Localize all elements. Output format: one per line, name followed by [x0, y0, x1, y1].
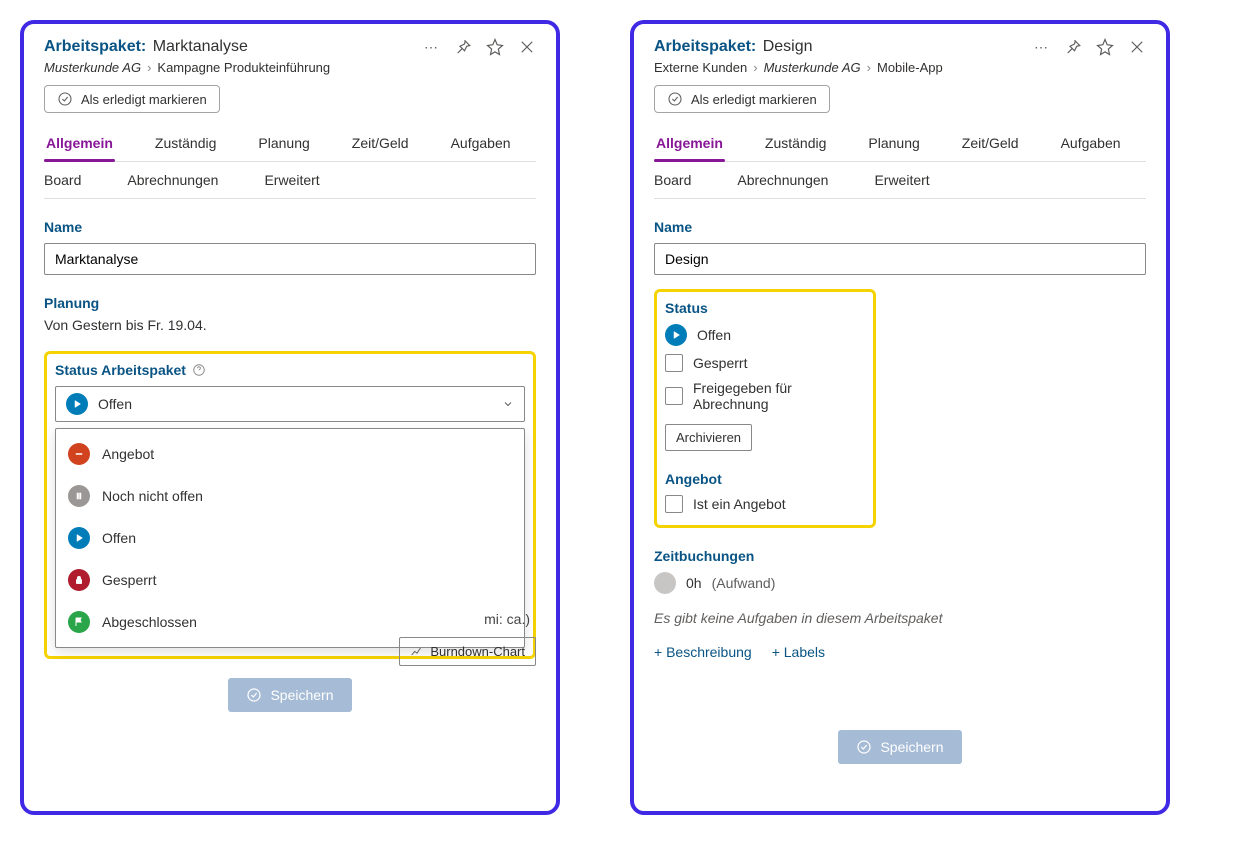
title-label: Arbeitspaket:: [654, 38, 756, 55]
subtab-abrechnungen[interactable]: Abrechnungen: [127, 172, 218, 188]
status-offen-icon: [665, 324, 687, 346]
name-input[interactable]: [654, 243, 1146, 275]
planung-label: Planung: [44, 295, 536, 311]
tab-aufgaben[interactable]: Aufgaben: [1059, 127, 1123, 161]
status-selected-label: Offen: [98, 396, 132, 412]
breadcrumb-item[interactable]: Musterkunde AG: [764, 60, 861, 75]
subtab-erweitert[interactable]: Erweitert: [874, 172, 929, 188]
time-note: (Aufwand): [712, 575, 776, 591]
status-option-angebot[interactable]: Angebot: [56, 433, 524, 475]
save-button[interactable]: Speichern: [228, 678, 351, 712]
breadcrumb-item[interactable]: Musterkunde AG: [44, 60, 141, 75]
status-option-gesperrt[interactable]: Gesperrt: [56, 559, 524, 601]
save-label: Speichern: [270, 687, 333, 703]
tab-aufgaben[interactable]: Aufgaben: [449, 127, 513, 161]
title-label: Arbeitspaket:: [44, 38, 146, 55]
chevron-down-icon: [502, 398, 514, 410]
tab-allgemein[interactable]: Allgemein: [654, 127, 725, 161]
status-angebot-icon: [68, 443, 90, 465]
name-label: Name: [654, 219, 1146, 235]
tab-allgemein[interactable]: Allgemein: [44, 127, 115, 161]
tab-planung[interactable]: Planung: [866, 127, 921, 161]
breadcrumb-separator-icon: ›: [753, 60, 757, 75]
status-current-label: Offen: [697, 327, 731, 343]
status-highlight-box: Status Offen Gesperrt Freigegeben für Ab…: [654, 289, 876, 528]
status-label: Status Arbeitspaket: [55, 362, 186, 378]
star-icon[interactable]: [486, 38, 504, 56]
checkbox-freigegeben-label: Freigegeben für Abrechnung: [693, 380, 861, 412]
add-labels-link[interactable]: + Labels: [772, 644, 825, 660]
mark-done-label: Als erledigt markieren: [81, 92, 207, 107]
close-icon[interactable]: [518, 38, 536, 56]
status-option-label: Noch nicht offen: [102, 488, 203, 504]
name-input[interactable]: [44, 243, 536, 275]
archive-button[interactable]: Archivieren: [665, 424, 752, 451]
breadcrumb-item[interactable]: Kampagne Produkteinführung: [157, 60, 330, 75]
checkbox-freigegeben[interactable]: [665, 387, 683, 405]
status-offen-icon: [66, 393, 88, 415]
close-icon[interactable]: [1128, 38, 1146, 56]
panel-title: Arbeitspaket: Marktanalyse: [44, 38, 248, 56]
tab-zeit/geld[interactable]: Zeit/Geld: [960, 127, 1021, 161]
title-value: Design: [763, 38, 813, 55]
help-icon[interactable]: [192, 363, 206, 377]
status-option-offen[interactable]: Offen: [56, 517, 524, 559]
checkbox-ist-angebot-label: Ist ein Angebot: [693, 496, 786, 512]
pin-icon[interactable]: [1064, 38, 1082, 56]
status-option-label: Abgeschlossen: [102, 614, 197, 630]
time-hours: 0h: [686, 575, 702, 591]
checkbox-gesperrt[interactable]: [665, 354, 683, 372]
zeitbuchungen-label: Zeitbuchungen: [654, 548, 1146, 564]
tab-planung[interactable]: Planung: [256, 127, 311, 161]
burndown-chart-button[interactable]: Burndown-Chart: [399, 637, 536, 666]
mark-done-label: Als erledigt markieren: [691, 92, 817, 107]
title-value: Marktanalyse: [153, 38, 248, 55]
occluded-text: mi: ca.): [484, 611, 534, 627]
planung-value: Von Gestern bis Fr. 19.04.: [44, 317, 536, 333]
more-icon[interactable]: ⋯: [422, 38, 440, 56]
breadcrumb-item[interactable]: Externe Kunden: [654, 60, 747, 75]
breadcrumb: Musterkunde AG › Kampagne Produkteinführun…: [44, 60, 536, 75]
subtab-board[interactable]: Board: [654, 172, 691, 188]
tab-zuständig[interactable]: Zuständig: [763, 127, 828, 161]
tab-zuständig[interactable]: Zuständig: [153, 127, 218, 161]
status-option-label: Gesperrt: [102, 572, 156, 588]
status-noch-icon: [68, 485, 90, 507]
subtab-erweitert[interactable]: Erweitert: [264, 172, 319, 188]
add-description-link[interactable]: + Beschreibung: [654, 644, 752, 660]
star-icon[interactable]: [1096, 38, 1114, 56]
name-label: Name: [44, 219, 536, 235]
status-abg-icon: [68, 611, 90, 633]
breadcrumb-item[interactable]: Mobile-App: [877, 60, 943, 75]
checkbox-ist-angebot[interactable]: [665, 495, 683, 513]
status-option-noch[interactable]: Noch nicht offen: [56, 475, 524, 517]
status-dropdown[interactable]: Offen: [55, 386, 525, 422]
status-option-label: Offen: [102, 530, 136, 546]
status-option-label: Angebot: [102, 446, 154, 462]
status-gesperrt-icon: [68, 569, 90, 591]
status-label: Status: [665, 300, 861, 316]
more-icon[interactable]: ⋯: [1032, 38, 1050, 56]
breadcrumb-separator-icon: ›: [147, 60, 151, 75]
mark-done-button[interactable]: Als erledigt markieren: [654, 85, 830, 113]
tab-zeit/geld[interactable]: Zeit/Geld: [350, 127, 411, 161]
save-button[interactable]: Speichern: [838, 730, 961, 764]
checkbox-gesperrt-label: Gesperrt: [693, 355, 747, 371]
save-label: Speichern: [880, 739, 943, 755]
time-dot-icon: [654, 572, 676, 594]
breadcrumb-separator-icon: ›: [867, 60, 871, 75]
breadcrumb: Externe Kunden › Musterkunde AG › Mobile-App: [654, 60, 1146, 75]
status-offen-icon: [68, 527, 90, 549]
angebot-label: Angebot: [665, 471, 861, 487]
burndown-label: Burndown-Chart: [430, 644, 525, 659]
mark-done-button[interactable]: Als erledigt markieren: [44, 85, 220, 113]
panel-design: Arbeitspaket: Design ⋯ Externe Kunden › Mu…: [630, 20, 1170, 815]
subtab-abrechnungen[interactable]: Abrechnungen: [737, 172, 828, 188]
pin-icon[interactable]: [454, 38, 472, 56]
subtab-board[interactable]: Board: [44, 172, 81, 188]
empty-tasks-note: Es gibt keine Aufgaben in diesem Arbeits…: [654, 610, 1146, 626]
panel-marktanalyse: Arbeitspaket: Marktanalyse ⋯ Musterkunde…: [20, 20, 560, 815]
panel-title: Arbeitspaket: Design: [654, 38, 813, 56]
